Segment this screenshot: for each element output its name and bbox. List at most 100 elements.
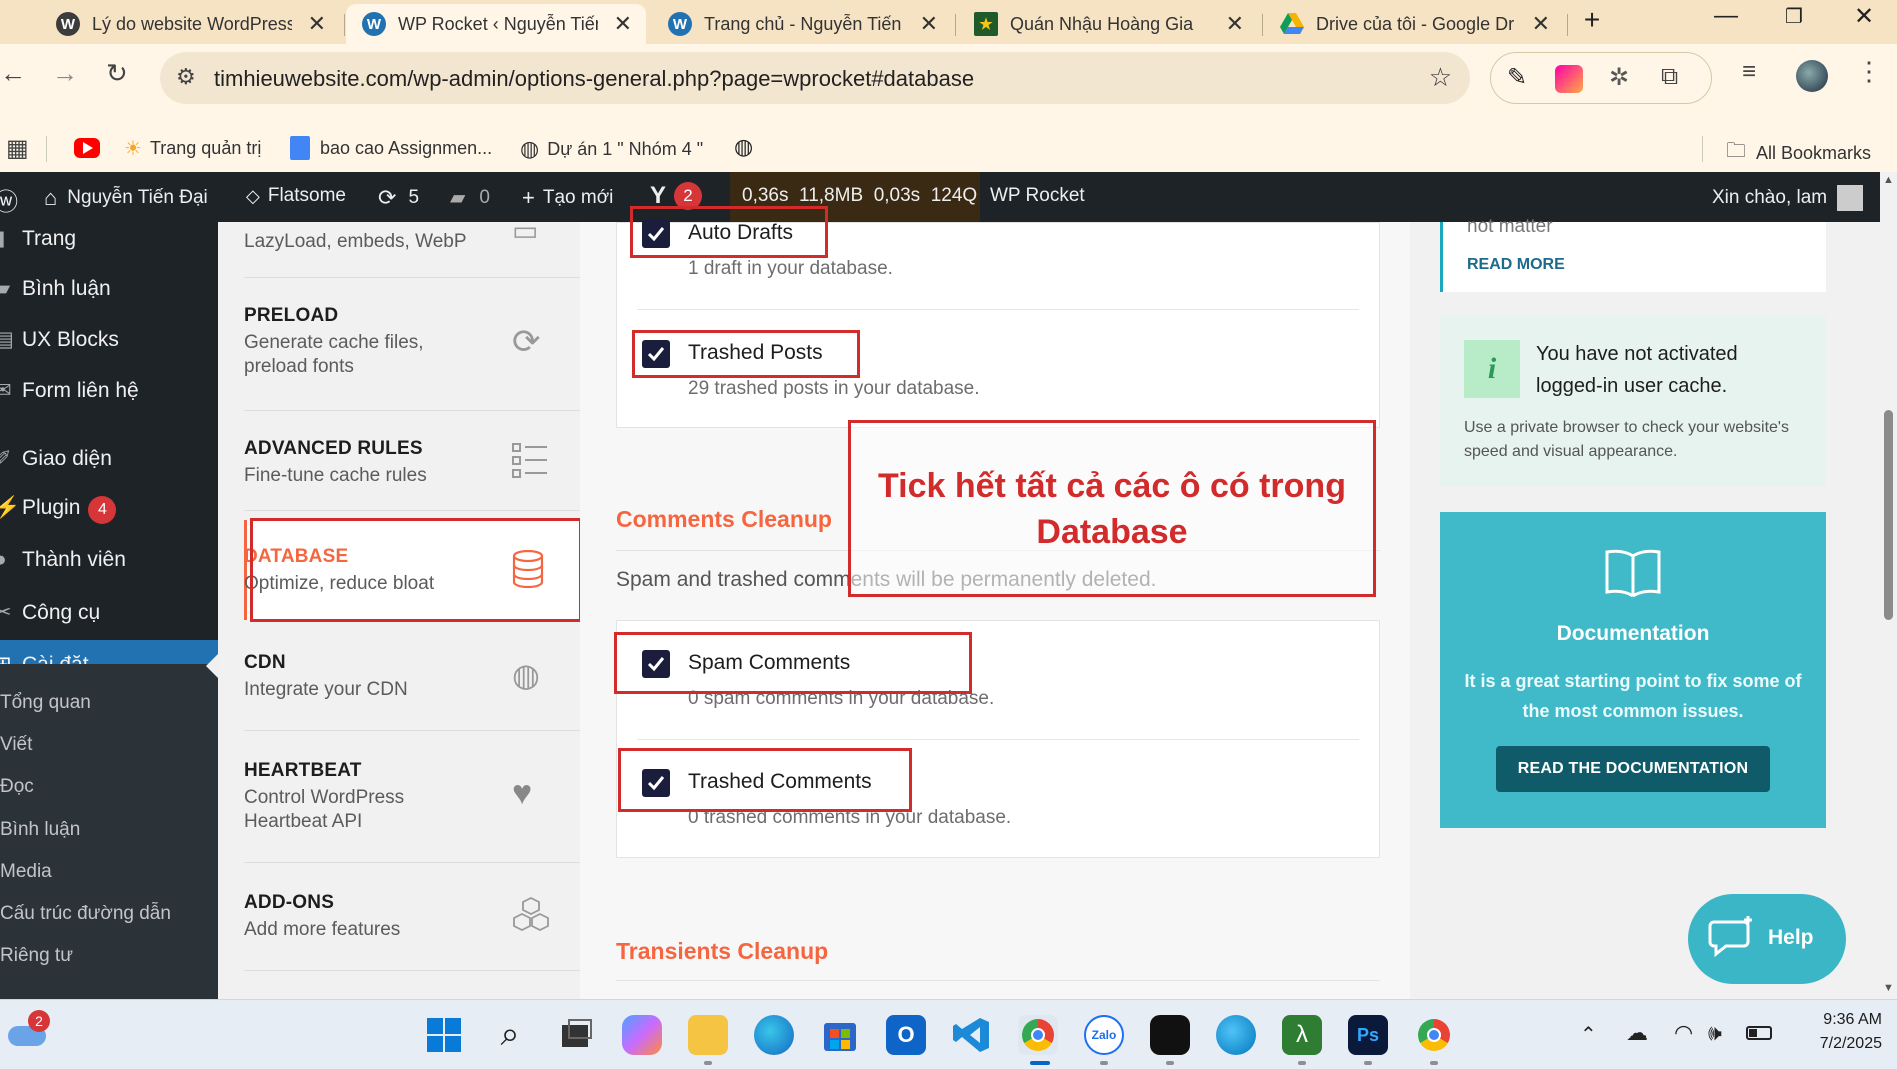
admin-wp-rocket[interactable]: WP Rocket: [990, 185, 1085, 207]
bookmark-bao-cao[interactable]: bao cao Assignmen...: [290, 136, 492, 160]
copilot-icon[interactable]: [622, 1015, 662, 1055]
submenu-media[interactable]: Media: [0, 861, 52, 883]
kebab-menu-icon[interactable]: ⋮: [1856, 56, 1882, 87]
media-control-icon[interactable]: ≡: [1742, 58, 1756, 86]
battery-icon[interactable]: [1746, 1026, 1772, 1040]
minimize-button[interactable]: —: [1706, 2, 1746, 30]
menu-item-cong-cu[interactable]: ✂ Công cụ: [0, 600, 218, 625]
system-clock[interactable]: 9:36 AM 7/2/2025: [1790, 1008, 1882, 1056]
read-more-link[interactable]: READ MORE: [1467, 256, 1565, 274]
outlook-icon[interactable]: O: [886, 1015, 926, 1055]
submenu-binh-luan[interactable]: Bình luận: [0, 819, 80, 841]
comments-count: 0: [479, 186, 490, 208]
admin-comments[interactable]: ▰ 0: [450, 185, 490, 210]
reload-icon[interactable]: ↻: [106, 58, 128, 89]
close-icon[interactable]: ✕: [614, 11, 632, 37]
bookmarks-bar: ▦ ☀ Trang quản trị bao cao Assignmen... …: [0, 126, 1897, 172]
tab-4[interactable]: ★ Quán Nhậu Hoàng Gia ✕: [958, 4, 1258, 44]
highlight-trashed-comments: [618, 748, 912, 812]
nav-divider: [244, 277, 580, 278]
scroll-up-icon[interactable]: ▲: [1883, 174, 1894, 186]
site-info-icon[interactable]: ⚙: [176, 64, 196, 90]
task-view-icon[interactable]: [556, 1015, 596, 1055]
tab-3[interactable]: W Trang chủ - Nguyễn Tiến ✕: [652, 4, 952, 44]
menu-label: Trang: [22, 227, 77, 250]
globe-icon[interactable]: ◍: [734, 134, 753, 160]
menu-item-trang[interactable]: ▮Trang: [0, 226, 218, 251]
photoshop-icon[interactable]: Ps: [1348, 1015, 1388, 1055]
back-icon[interactable]: ←: [0, 58, 26, 89]
wifi-icon[interactable]: ◠: [1674, 1020, 1693, 1046]
weather-widget[interactable]: 2: [8, 1010, 50, 1052]
wordpress-icon: W: [56, 12, 80, 36]
heart-icon: ♥: [512, 774, 533, 812]
tab-1[interactable]: W Lý do website WordPress ✕: [40, 4, 340, 44]
submenu-viet[interactable]: Viết: [0, 734, 32, 756]
restore-button[interactable]: ❐: [1774, 4, 1814, 29]
close-icon[interactable]: ✕: [920, 11, 938, 37]
bookmark-du-an[interactable]: ◍ Dự án 1 " Nhóm 4 ": [520, 136, 703, 162]
submenu-rieng-tu[interactable]: Riêng tư: [0, 945, 73, 967]
close-icon[interactable]: ✕: [1532, 11, 1550, 37]
menu-label: Giao diện: [22, 447, 112, 470]
all-bookmarks[interactable]: 🗀 All Bookmarks: [1726, 136, 1871, 170]
admin-new-content[interactable]: + Tạo mới: [522, 185, 613, 211]
refresh-icon: ⟳: [512, 323, 541, 361]
bookmark-star-icon[interactable]: ☆: [1429, 62, 1452, 93]
eyedropper-icon[interactable]: ✎: [1507, 63, 1527, 92]
bookmark-trang-quan-tri[interactable]: ☀ Trang quản trị: [124, 136, 261, 161]
edge-icon[interactable]: [754, 1015, 794, 1055]
submenu-tong-quan[interactable]: Tổng quan: [0, 692, 91, 714]
cloud-offline-icon[interactable]: ☁: [1626, 1020, 1648, 1046]
book-icon: [1604, 546, 1662, 605]
chrome-profile-icon[interactable]: [1414, 1015, 1454, 1055]
menu-item-plugin[interactable]: ⚡Plugin 4: [0, 496, 218, 524]
new-tab-button[interactable]: +: [1572, 4, 1612, 36]
page-scrollbar[interactable]: ▲ ▼: [1880, 172, 1897, 999]
menu-item-ux-blocks[interactable]: ▤ UX Blocks: [0, 327, 218, 352]
submenu-doc[interactable]: Đọc: [0, 776, 34, 798]
admin-updates[interactable]: ⟳ 5: [378, 185, 419, 211]
file-explorer-icon[interactable]: [688, 1015, 728, 1055]
tab-2[interactable]: W WP Rocket ‹ Nguyễn Tiến ✕: [346, 4, 646, 44]
close-icon[interactable]: ✕: [308, 11, 326, 37]
tab-title: Drive của tôi - Google Dr: [1316, 13, 1515, 34]
extension-gradient-icon[interactable]: [1555, 65, 1583, 93]
forward-icon[interactable]: →: [52, 58, 78, 89]
submenu-cau-truc-duong-dan[interactable]: Cấu trúc đường dẫn: [0, 903, 171, 925]
volume-icon[interactable]: 🕪: [1708, 1020, 1722, 1046]
close-window-button[interactable]: ✕: [1844, 2, 1884, 31]
search-icon[interactable]: ⌕: [490, 1015, 530, 1055]
nav-divider: [244, 410, 580, 411]
admin-theme-menu[interactable]: ◇ Flatsome: [246, 185, 346, 207]
wordpress-logo-icon[interactable]: ⓦ: [0, 182, 18, 217]
admin-site-name[interactable]: ⌂ Nguyễn Tiến Đại: [44, 185, 208, 211]
close-icon[interactable]: ✕: [1226, 11, 1244, 37]
scroll-down-icon[interactable]: ▼: [1883, 982, 1894, 994]
scroll-thumb[interactable]: [1884, 410, 1893, 620]
menu-item-binh-luan[interactable]: ▰ Bình luận: [0, 276, 218, 301]
menu-item-giao-dien[interactable]: ✐ Giao diện: [0, 446, 218, 471]
admin-account-menu[interactable]: Xin chào, lam: [1712, 185, 1864, 211]
help-button[interactable]: Help: [1688, 894, 1846, 984]
menu-item-thanh-vien[interactable]: ● Thành viên: [0, 548, 218, 572]
zalo-icon[interactable]: Zalo: [1084, 1015, 1124, 1055]
read-documentation-button[interactable]: READ THE DOCUMENTATION: [1496, 746, 1770, 792]
app-green-icon[interactable]: λ: [1282, 1015, 1322, 1055]
store-icon[interactable]: [820, 1015, 860, 1055]
windows-start-icon[interactable]: [424, 1015, 464, 1055]
menu-label: Thành viên: [22, 548, 126, 571]
app-blue-icon[interactable]: [1216, 1015, 1256, 1055]
capcut-icon[interactable]: [1150, 1015, 1190, 1055]
puzzle-icon[interactable]: ⧉: [1661, 63, 1678, 91]
apps-grid-icon[interactable]: ▦: [6, 134, 29, 163]
profile-avatar[interactable]: [1796, 60, 1828, 92]
tab-5[interactable]: Drive của tôi - Google Dr ✕: [1264, 4, 1564, 44]
youtube-icon[interactable]: [74, 138, 100, 158]
chrome-icon[interactable]: [1018, 1015, 1058, 1055]
address-bar[interactable]: ⚙ timhieuwebsite.com/wp-admin/options-ge…: [160, 52, 1470, 104]
extension-gear-icon[interactable]: ✲: [1609, 63, 1629, 92]
chevron-up-icon[interactable]: ⌃: [1580, 1022, 1597, 1047]
menu-item-form-lien-he[interactable]: ✉ Form liên hệ: [0, 378, 218, 403]
vscode-icon[interactable]: [952, 1015, 992, 1055]
